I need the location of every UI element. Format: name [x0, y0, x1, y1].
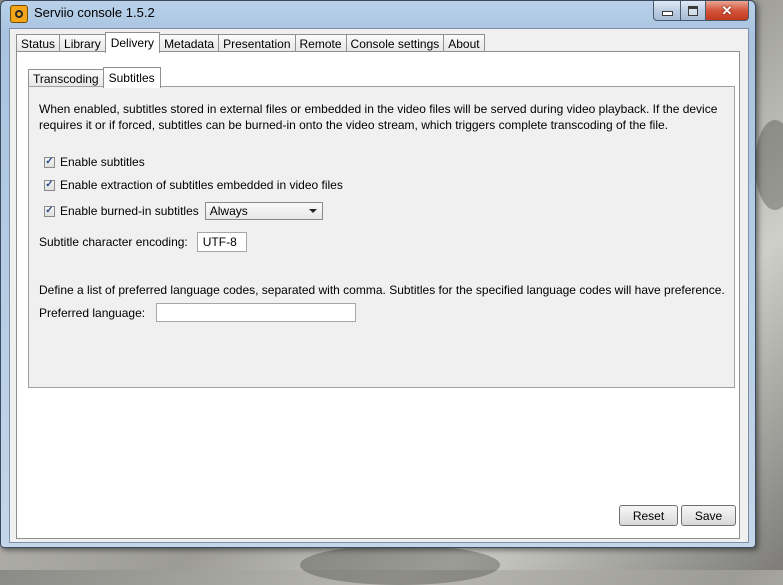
burned-in-mode-value: Always: [209, 204, 248, 218]
tab-delivery[interactable]: Delivery: [104, 32, 161, 53]
subtitles-description: When enabled, subtitles stored in extern…: [39, 102, 718, 132]
chevron-down-icon: [308, 209, 317, 213]
enable-burned-in-checkbox[interactable]: ✓: [44, 205, 55, 217]
enable-subtitles-checkbox[interactable]: ✓: [44, 156, 55, 168]
preferred-language-label: Preferred language:: [39, 305, 146, 320]
minimize-button[interactable]: [653, 1, 681, 21]
enable-burned-in-row: ✓ Enable burned-in subtitles Always: [44, 202, 323, 220]
app-window: Serviio console 1.5.2 ✕ Status Library D…: [0, 0, 756, 548]
maximize-button[interactable]: [681, 1, 706, 21]
enable-subtitles-row: ✓ Enable subtitles: [44, 155, 145, 169]
save-button[interactable]: Save: [681, 505, 736, 526]
encoding-input[interactable]: UTF-8: [196, 232, 247, 252]
reset-button[interactable]: Reset: [619, 505, 678, 526]
minimize-icon: [661, 11, 673, 16]
encoding-row: Subtitle character encoding: UTF-8: [39, 232, 247, 252]
tab-metadata[interactable]: Metadata: [159, 34, 220, 52]
enable-extraction-label: Enable extraction of subtitles embedded …: [60, 178, 343, 192]
close-icon: ✕: [721, 2, 733, 18]
close-button[interactable]: ✕: [706, 1, 749, 21]
preferred-language-input[interactable]: [156, 303, 357, 322]
enable-burned-in-label: Enable burned-in subtitles: [60, 204, 199, 218]
language-hint-row: Define a list of preferred language code…: [39, 283, 725, 297]
window-title: Serviio console 1.5.2: [34, 5, 155, 20]
enable-extraction-row: ✓ Enable extraction of subtitles embedde…: [44, 178, 343, 192]
tab-console-settings[interactable]: Console settings: [345, 34, 445, 52]
encoding-label: Subtitle character encoding:: [39, 235, 188, 249]
main-tab-bar: Status Library Delivery Metadata Present…: [16, 32, 485, 53]
language-hint-text: Define a list of preferred language code…: [39, 283, 725, 297]
enable-subtitles-label: Enable subtitles: [60, 155, 145, 169]
tab-about[interactable]: About: [443, 34, 485, 52]
subtab-subtitles[interactable]: Subtitles: [102, 67, 161, 88]
title-bar[interactable]: Serviio console 1.5.2 ✕: [1, 1, 755, 27]
tab-status[interactable]: Status: [16, 34, 61, 52]
preferred-language-row: Preferred language:: [39, 303, 357, 322]
tab-remote[interactable]: Remote: [294, 34, 347, 52]
maximize-icon: [688, 5, 698, 16]
window-client-area: Status Library Delivery Metadata Present…: [9, 28, 749, 543]
subtitles-panel: When enabled, subtitles stored in extern…: [28, 86, 735, 388]
delivery-panel: Transcoding Subtitles When enabled, subt…: [16, 51, 740, 539]
tab-presentation[interactable]: Presentation: [218, 34, 296, 52]
enable-extraction-checkbox[interactable]: ✓: [44, 179, 55, 191]
burned-in-mode-select[interactable]: Always: [204, 202, 323, 220]
tab-library[interactable]: Library: [59, 34, 106, 52]
subtab-transcoding[interactable]: Transcoding: [28, 69, 104, 87]
delivery-sub-tab-bar: Transcoding Subtitles: [28, 67, 161, 88]
serviio-app-icon: [10, 5, 28, 23]
